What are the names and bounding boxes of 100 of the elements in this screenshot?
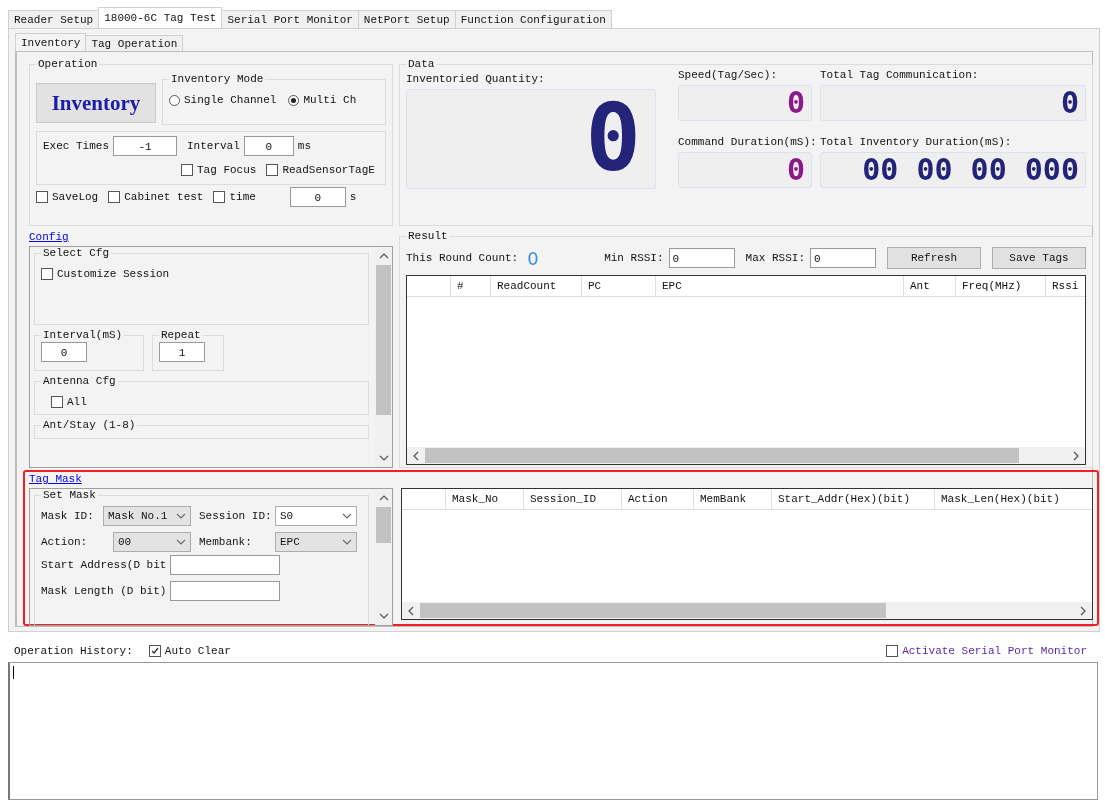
scroll-up-icon[interactable] [378,495,389,501]
scroll-right-icon[interactable] [1080,605,1086,616]
checkbox[interactable] [41,268,53,280]
group-title: Set Mask [42,489,97,502]
column-header[interactable]: Ant [904,276,956,296]
tab[interactable]: Tag Operation [85,35,184,51]
digit-display: 0 [678,85,812,121]
chevron-down-icon [342,513,352,519]
tab[interactable]: Serial Port Monitor [221,10,359,28]
column-header[interactable]: EPC [656,276,904,296]
scrollbar-thumb[interactable] [425,448,1019,463]
column-header[interactable]: Action [622,489,694,509]
input-field[interactable]: 0 [289,187,346,207]
display-label: Total Tag Communication: [820,69,980,81]
scroll-up-icon[interactable] [378,253,389,259]
input-field[interactable]: 0 [41,342,87,362]
group-title: Ant/Stay (1-8) [42,419,137,432]
column-header[interactable]: Freq(MHz) [956,276,1046,296]
field-label: Max RSSI: [745,252,805,264]
input-field[interactable]: 0 [243,136,294,156]
checkbox-label: SaveLog [52,191,99,203]
checkbox[interactable] [181,164,193,176]
group-title: Interval(mS) [42,329,124,342]
unit-label: ms [297,140,312,152]
history-label: Operation History: [14,645,133,657]
input-field[interactable] [170,581,281,601]
checkbox-label: Tag Focus [197,164,257,176]
column-header[interactable]: Session_ID [524,489,622,509]
column-header[interactable]: Mask_No [446,489,524,509]
scroll-left-icon[interactable] [413,450,419,461]
checkbox-label: ReadSensorTagE [282,164,375,176]
group-title: Result [407,230,449,243]
display-label: Total Inventory Duration(mS): [820,136,1013,148]
checkbox[interactable] [51,396,63,408]
tag-mask-link[interactable]: Tag Mask [29,472,82,486]
column-header[interactable]: PC [582,276,656,296]
field-label: Session ID: [198,510,273,522]
input-field[interactable]: -1 [113,136,177,156]
round-count-value: 0 [527,247,539,269]
scrollbar-thumb[interactable] [376,507,391,543]
checkbox[interactable] [886,645,899,657]
radio-button[interactable] [169,94,180,106]
scrollbar-thumb[interactable] [376,265,391,415]
column-header[interactable]: Rssi [1046,276,1085,296]
tab[interactable]: Reader Setup [8,10,100,28]
toolbar-button[interactable]: Refresh [887,247,981,269]
group-title: Antenna Cfg [42,375,117,388]
inventory-button[interactable]: Inventory [36,83,156,123]
checkbox[interactable] [148,645,161,657]
tab[interactable]: Inventory [15,33,87,51]
input-field[interactable] [170,555,281,575]
checkbox[interactable] [36,191,48,203]
group-title: Operation [37,58,99,71]
scroll-left-icon[interactable] [408,605,414,616]
field-label: Mask ID: [41,510,95,522]
checkbox-label: Auto Clear [164,645,231,657]
column-header[interactable]: MemBank [694,489,772,509]
display-label: Speed(Tag/Sec): [678,69,779,81]
toolbar-button[interactable]: Save Tags [992,247,1086,269]
checkbox[interactable] [213,191,226,203]
checkbox[interactable] [266,164,279,176]
round-count-label: This Round Count: [406,252,519,264]
group-title: Repeat [160,329,202,342]
input-field[interactable]: 0 [810,248,876,268]
digit-display: 0 [406,89,656,189]
digit-display: 0 [820,85,1086,121]
radio-label: Single Channel [184,94,277,106]
radio-button[interactable] [288,94,300,106]
display-label: Inventoried Quantity: [406,73,546,85]
scroll-down-icon[interactable] [378,455,389,461]
field-label: Exec Times [43,140,109,152]
checkbox-label: Customize Session [57,268,170,280]
field-label: Min RSSI: [604,252,664,264]
horizontal-scrollbar[interactable] [407,447,1085,464]
display-label: Command Duration(mS): [678,136,818,148]
config-link[interactable]: Config [29,230,69,244]
digit-display: 0 [678,152,812,188]
column-header[interactable]: Start_Addr(Hex)(bit) [772,489,935,509]
column-header[interactable]: Mask_Len(Hex)(bit) [935,489,1092,509]
radio-label: Multi Ch [303,94,357,106]
checkbox-label: time [229,191,256,203]
unit-label: s [349,191,357,203]
column-header[interactable]: # [451,276,491,296]
group-title: Select Cfg [42,247,110,260]
input-field[interactable]: 0 [668,248,735,268]
field-label: Mask Length (D bit) [41,585,167,597]
scrollbar-thumb[interactable] [420,603,886,618]
field-label: Membank: [198,536,253,548]
horizontal-scrollbar[interactable] [402,602,1092,619]
scroll-right-icon[interactable] [1073,450,1079,461]
scroll-down-icon[interactable] [378,613,389,619]
input-field[interactable]: 1 [159,342,205,362]
column-header[interactable]: ReadCount [491,276,582,296]
tab[interactable]: NetPort Setup [357,10,456,28]
tab[interactable]: Function Configuration [454,10,612,28]
field-label: Start Address(D bit [41,559,167,571]
group-title: Data [407,58,436,71]
dropdown[interactable]: S0 [275,506,357,526]
checkbox[interactable] [108,191,121,203]
field-label: Interval [187,140,240,152]
